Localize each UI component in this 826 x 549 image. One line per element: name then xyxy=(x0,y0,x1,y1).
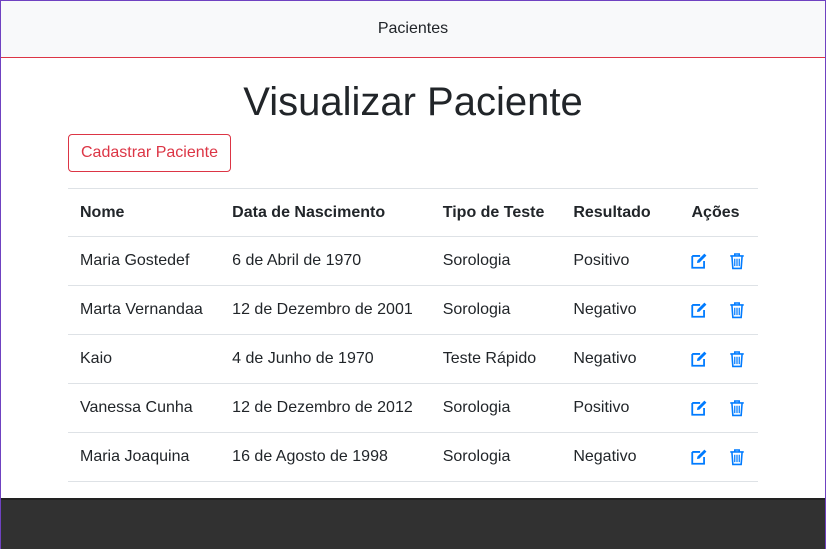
cell-test-type: Sorologia xyxy=(430,285,562,335)
trash-icon[interactable] xyxy=(728,448,746,466)
column-header-test-type: Tipo de Teste xyxy=(430,188,562,237)
table-row: Maria Joaquina 16 de Agosto de 1998 Soro… xyxy=(68,432,758,482)
footer xyxy=(1,498,825,549)
patients-table: Nome Data de Nascimento Tipo de Teste Re… xyxy=(68,188,758,482)
navbar-brand[interactable]: Pacientes xyxy=(378,20,448,38)
cell-actions xyxy=(673,383,758,433)
table-header-row: Nome Data de Nascimento Tipo de Teste Re… xyxy=(68,188,758,237)
table-row: Marta Vernandaa 12 de Dezembro de 2001 S… xyxy=(68,285,758,335)
cell-actions xyxy=(673,432,758,482)
cell-name: Maria Joaquina xyxy=(68,432,221,482)
app-frame: Pacientes Visualizar Paciente Cadastrar … xyxy=(0,0,826,549)
cell-name: Marta Vernandaa xyxy=(68,285,221,335)
table-body: Maria Gostedef 6 de Abril de 1970 Sorolo… xyxy=(68,236,758,482)
navbar: Pacientes xyxy=(1,1,825,58)
cell-result: Negativo xyxy=(561,334,673,384)
cell-dob: 4 de Junho de 1970 xyxy=(220,334,431,384)
cell-test-type: Sorologia xyxy=(430,236,562,286)
edit-icon[interactable] xyxy=(690,252,708,270)
edit-icon[interactable] xyxy=(690,448,708,466)
column-header-dob: Data de Nascimento xyxy=(220,188,431,237)
cell-result: Positivo xyxy=(561,236,673,286)
table-row: Maria Gostedef 6 de Abril de 1970 Sorolo… xyxy=(68,236,758,286)
column-header-result: Resultado xyxy=(561,188,673,237)
edit-icon[interactable] xyxy=(690,399,708,417)
cell-dob: 12 de Dezembro de 2001 xyxy=(220,285,431,335)
trash-icon[interactable] xyxy=(728,350,746,368)
trash-icon[interactable] xyxy=(728,252,746,270)
main-content: Cadastrar Paciente Nome Data de Nascimen… xyxy=(68,134,758,482)
trash-icon[interactable] xyxy=(728,399,746,417)
cell-dob: 12 de Dezembro de 2012 xyxy=(220,383,431,433)
cell-name: Kaio xyxy=(68,334,221,384)
cell-test-type: Sorologia xyxy=(430,432,562,482)
table-row: Kaio 4 de Junho de 1970 Teste Rápido Neg… xyxy=(68,334,758,384)
table-row: Vanessa Cunha 12 de Dezembro de 2012 Sor… xyxy=(68,383,758,433)
cell-result: Negativo xyxy=(561,285,673,335)
edit-icon[interactable] xyxy=(690,301,708,319)
cell-test-type: Sorologia xyxy=(430,383,562,433)
add-patient-button[interactable]: Cadastrar Paciente xyxy=(68,134,231,172)
column-header-name: Nome xyxy=(68,188,221,237)
cell-actions xyxy=(673,285,758,335)
cell-name: Maria Gostedef xyxy=(68,236,221,286)
column-header-actions: Ações xyxy=(673,188,758,237)
trash-icon[interactable] xyxy=(728,301,746,319)
cell-actions xyxy=(673,236,758,286)
table-header: Nome Data de Nascimento Tipo de Teste Re… xyxy=(68,188,758,237)
cell-result: Positivo xyxy=(561,383,673,433)
page-title: Visualizar Paciente xyxy=(243,80,583,124)
cell-dob: 16 de Agosto de 1998 xyxy=(220,432,431,482)
cell-test-type: Teste Rápido xyxy=(430,334,562,384)
edit-icon[interactable] xyxy=(690,350,708,368)
cell-actions xyxy=(673,334,758,384)
cell-dob: 6 de Abril de 1970 xyxy=(220,236,431,286)
cell-result: Negativo xyxy=(561,432,673,482)
cell-name: Vanessa Cunha xyxy=(68,383,221,433)
